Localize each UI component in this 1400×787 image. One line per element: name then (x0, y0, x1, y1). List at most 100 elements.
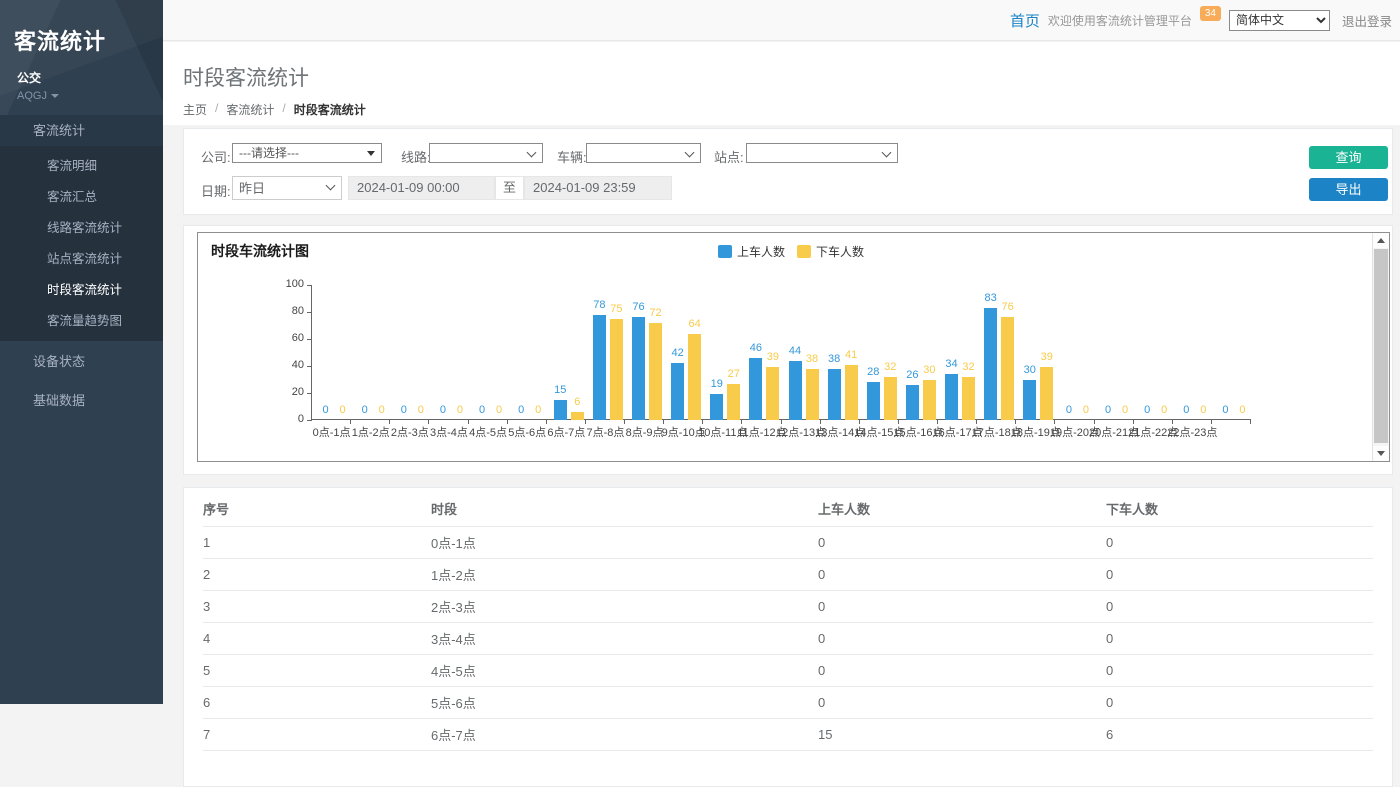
bar-value-label: 32 (884, 361, 896, 373)
bar-boarding (906, 385, 919, 420)
y-axis-label: 80 (268, 305, 304, 317)
bar-value-label: 0 (1183, 404, 1189, 416)
bar-boarding (828, 369, 841, 420)
sidebar-item-0-1[interactable]: 客流汇总 (0, 180, 163, 211)
chart-category: 003点-4点 (429, 285, 468, 420)
bar-value-label: 0 (322, 404, 328, 416)
vehicle-select[interactable] (586, 143, 701, 163)
bar-value-label: 0 (339, 404, 345, 416)
chart-category: 343216点-17点 (938, 285, 977, 420)
bar-alighting (806, 369, 819, 420)
bar-alighting (962, 377, 975, 420)
table-cell: 1点-2点 (431, 559, 818, 591)
bar-value-label: 0 (1066, 404, 1072, 416)
x-axis-label: 5点-6点 (508, 424, 546, 440)
line-select-wrap (429, 143, 543, 163)
table-cell: 0 (1106, 655, 1373, 687)
bar-boarding (554, 400, 567, 420)
table-cell: 6 (203, 687, 431, 719)
chart-category: 001点-2点 (351, 285, 390, 420)
bar-value-label: 44 (789, 345, 801, 357)
query-button[interactable]: 查询 (1309, 146, 1388, 169)
bar-value-label: 78 (593, 299, 605, 311)
bar-value-label: 0 (401, 404, 407, 416)
org-name: 公交 (14, 69, 149, 86)
company-select[interactable]: ---请选择--- (232, 143, 382, 163)
logout-link[interactable]: 退出登录 (1342, 11, 1392, 30)
station-select[interactable] (746, 143, 898, 163)
bar-boarding (671, 363, 684, 420)
table-row: 10点-1点00 (203, 527, 1373, 559)
legend-label: 上车人数 (737, 243, 785, 260)
chart-vertical-scrollbar[interactable] (1372, 233, 1389, 461)
vehicle-select-wrap (586, 143, 701, 163)
sidebar-item-0-0[interactable]: 客流明细 (0, 149, 163, 180)
bar-value-label: 39 (1041, 351, 1053, 363)
hourly-passenger-table: 序号 时段 上车人数 下车人数 10点-1点0021点-2点0032点-3点00… (203, 488, 1373, 751)
date-to-input[interactable]: 2024-01-09 23:59 (524, 176, 672, 200)
sidebar-item-0-5[interactable]: 客流量趋势图 (0, 304, 163, 335)
page-title: 时段客流统计 (163, 42, 1400, 92)
line-label: 线路: (401, 147, 431, 166)
bar-value-label: 0 (440, 404, 446, 416)
breadcrumb-home[interactable]: 主页 (183, 101, 207, 118)
bar-value-label: 32 (962, 361, 974, 373)
table-cell: 5 (203, 655, 431, 687)
bar-value-label: 19 (711, 378, 723, 390)
export-button[interactable]: 导出 (1309, 178, 1388, 201)
sidebar-item-0-3[interactable]: 站点客流统计 (0, 242, 163, 273)
bar-alighting (766, 367, 779, 420)
bar-boarding (593, 315, 606, 420)
sidebar-section-0[interactable]: 客流统计 (0, 115, 163, 146)
line-select[interactable] (429, 143, 543, 163)
chart-category: 002点-3点 (390, 285, 429, 420)
legend-label: 下车人数 (816, 243, 864, 260)
chart-category: 263015点-16点 (899, 285, 938, 420)
table-cell: 6点-7点 (431, 719, 818, 751)
breadcrumb-separator: / (282, 101, 285, 118)
date-from-input[interactable]: 2024-01-09 00:00 (348, 176, 495, 200)
bar-value-label: 0 (379, 404, 385, 416)
table-cell: 1 (203, 527, 431, 559)
table-header-row: 序号 时段 上车人数 下车人数 (203, 488, 1373, 527)
bar-value-label: 38 (828, 353, 840, 365)
chart-category: 0019点-20点 (1055, 285, 1094, 420)
scroll-up-arrow-icon[interactable] (1373, 233, 1389, 248)
bar-value-label: 27 (728, 368, 740, 380)
chart-category: 004点-5点 (469, 285, 508, 420)
bar-value-label: 0 (1144, 404, 1150, 416)
language-select[interactable]: 简体中文 (1229, 10, 1330, 31)
bar-value-label: 26 (906, 369, 918, 381)
bar-value-label: 41 (845, 349, 857, 361)
page-heading: 时段客流统计 主页 / 客流统计 / 时段客流统计 (163, 42, 1400, 125)
bar-value-label: 76 (632, 301, 644, 313)
org-code-dropdown[interactable]: AQGJ (14, 90, 149, 102)
breadcrumb-section[interactable]: 客流统计 (226, 101, 274, 118)
bar-alighting (1040, 367, 1053, 420)
legend-entry-0[interactable]: 上车人数 (718, 243, 785, 260)
scroll-down-arrow-icon[interactable] (1373, 446, 1389, 461)
table-cell: 0 (1106, 527, 1373, 559)
scrollbar-thumb[interactable] (1374, 249, 1388, 443)
sidebar-item-0-4[interactable]: 时段客流统计 (0, 273, 163, 304)
home-link[interactable]: 首页 (1010, 10, 1040, 31)
col-header-period: 时段 (431, 488, 818, 527)
bar-boarding (945, 374, 958, 420)
date-preset-select[interactable]: 昨日 (232, 176, 342, 200)
table-cell: 15 (818, 719, 1106, 751)
y-axis-tick (307, 420, 312, 421)
sidebar-item-0-2[interactable]: 线路客流统计 (0, 211, 163, 242)
chart-category: 0023点-24点 (1212, 285, 1251, 420)
bar-value-label: 28 (867, 366, 879, 378)
notification-count-badge[interactable]: 34 (1200, 6, 1221, 21)
chart-category: 837617点-18点 (977, 285, 1016, 420)
bar-value-label: 75 (610, 303, 622, 315)
vehicle-label: 车辆: (557, 147, 587, 166)
table-cell: 4 (203, 623, 431, 655)
bar-value-label: 83 (985, 292, 997, 304)
x-axis-label: 4点-5点 (469, 424, 507, 440)
sidebar-section-2[interactable]: 基础数据 (0, 380, 163, 419)
legend-entry-1[interactable]: 下车人数 (797, 243, 864, 260)
bar-alighting (610, 319, 623, 420)
sidebar-section-1[interactable]: 设备状态 (0, 341, 163, 380)
